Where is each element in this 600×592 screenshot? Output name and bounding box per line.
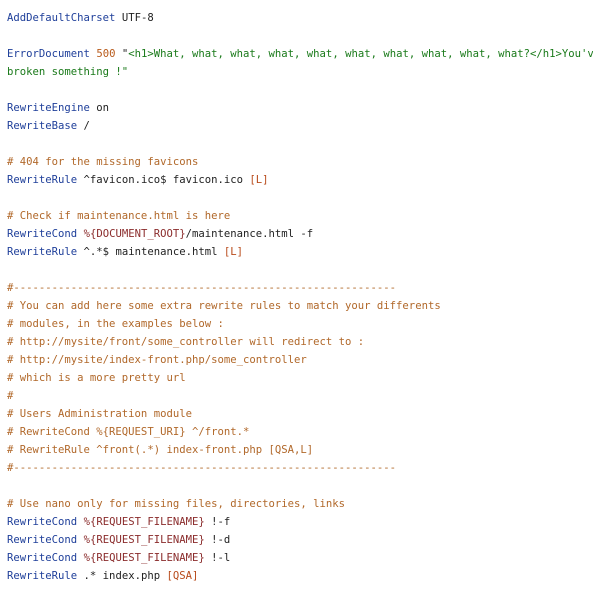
code-token: 500 [96, 48, 116, 60]
code-token: # You can add here some extra rewrite ru… [7, 300, 441, 312]
code-token: [L] [223, 246, 244, 258]
code-line: AddDefaultCharset UTF-8 [7, 9, 593, 27]
code-token: ^favicon.ico$ favicon.ico [77, 174, 250, 186]
code-line: # which is a more pretty url [7, 369, 593, 387]
code-token: # http://mysite/front/some_controller wi… [7, 336, 365, 348]
code-token: [QSA] [166, 570, 199, 582]
code-token: UTF-8 [115, 12, 154, 24]
code-line: # You can add here some extra rewrite ru… [7, 297, 593, 315]
code-line: # http://mysite/front/some_controller wi… [7, 333, 593, 351]
code-token: # [7, 390, 14, 402]
code-token: RewriteCond [7, 228, 78, 240]
code-line: # [7, 387, 593, 405]
code-token: # 404 for the missing favicons [7, 156, 199, 168]
code-token: # Check if maintenance.html is here [7, 210, 231, 222]
code-line: # 404 for the missing favicons [7, 153, 593, 171]
code-token: # Use nano only for missing files, direc… [7, 498, 346, 510]
code-token: .* index.php [77, 570, 167, 582]
code-line: # http://mysite/index-front.php/some_con… [7, 351, 593, 369]
code-token: #---------------------------------------… [7, 462, 397, 474]
code-line: # Use nano only for missing files, direc… [7, 495, 593, 513]
code-token: RewriteCond [7, 534, 78, 546]
code-line: RewriteRule .* index.php [QSA] [7, 567, 593, 585]
code-token: !-d [204, 534, 231, 546]
code-line: RewriteRule ^favicon.ico$ favicon.ico [L… [7, 171, 593, 189]
code-token: # RewriteCond %{REQUEST_URI} ^/front.* [7, 426, 250, 438]
code-listing: AddDefaultCharset UTF-8 ErrorDocument 500… [7, 9, 593, 585]
code-line: # RewriteRule ^front(.*) index-front.php… [7, 441, 593, 459]
code-token: ^.*$ maintenance.html [77, 246, 224, 258]
code-token: on [89, 102, 110, 114]
code-token: !-f [204, 516, 231, 528]
code-token: /maintenance.html -f [185, 228, 314, 240]
code-token: broken something !" [7, 66, 129, 78]
code-token: #---------------------------------------… [7, 282, 397, 294]
code-line: # modules, in the examples below : [7, 315, 593, 333]
code-token: # modules, in the examples below : [7, 318, 224, 330]
code-line: RewriteCond %{REQUEST_FILENAME} !-d [7, 531, 593, 549]
code-token: %{DOCUMENT_ROOT} [83, 228, 186, 240]
code-line: RewriteCond %{REQUEST_FILENAME} !-l [7, 549, 593, 567]
code-line: RewriteEngine on [7, 99, 593, 117]
code-line: # RewriteCond %{REQUEST_URI} ^/front.* [7, 423, 593, 441]
code-line: # Users Administration module [7, 405, 593, 423]
code-token: %{REQUEST_FILENAME} [83, 552, 205, 564]
code-line: broken something !" [7, 63, 593, 81]
code-line: RewriteCond %{REQUEST_FILENAME} !-f [7, 513, 593, 531]
code-token: AddDefaultCharset [7, 12, 116, 24]
code-token: " [115, 48, 129, 60]
code-token: RewriteRule [7, 174, 78, 186]
code-token: RewriteRule [7, 570, 78, 582]
code-line: RewriteRule ^.*$ maintenance.html [L] [7, 243, 593, 261]
code-line: RewriteCond %{DOCUMENT_ROOT}/maintenance… [7, 225, 593, 243]
code-line: #---------------------------------------… [7, 459, 593, 477]
code-line: RewriteBase / [7, 117, 593, 135]
code-line: # Check if maintenance.html is here [7, 207, 593, 225]
code-token: RewriteBase [7, 120, 78, 132]
code-token: RewriteCond [7, 516, 78, 528]
code-token: !-l [204, 552, 231, 564]
code-token: # which is a more pretty url [7, 372, 186, 384]
code-line: ErrorDocument 500 "<h1>What, what, what,… [7, 45, 593, 63]
code-line: #---------------------------------------… [7, 279, 593, 297]
code-token: %{REQUEST_FILENAME} [83, 516, 205, 528]
code-token: %{REQUEST_FILENAME} [83, 534, 205, 546]
code-token: # http://mysite/index-front.php/some_con… [7, 354, 307, 366]
code-token: / [77, 120, 90, 132]
code-token: # RewriteRule ^front(.*) index-front.php… [7, 444, 314, 456]
code-token: # Users Administration module [7, 408, 192, 420]
code-token: RewriteEngine [7, 102, 90, 114]
code-token: RewriteCond [7, 552, 78, 564]
code-token: [L] [249, 174, 269, 186]
code-token: ErrorDocument [7, 48, 90, 60]
code-token: RewriteRule [7, 246, 78, 258]
code-token: <h1>What, what, what, what, what, what, … [128, 48, 593, 60]
